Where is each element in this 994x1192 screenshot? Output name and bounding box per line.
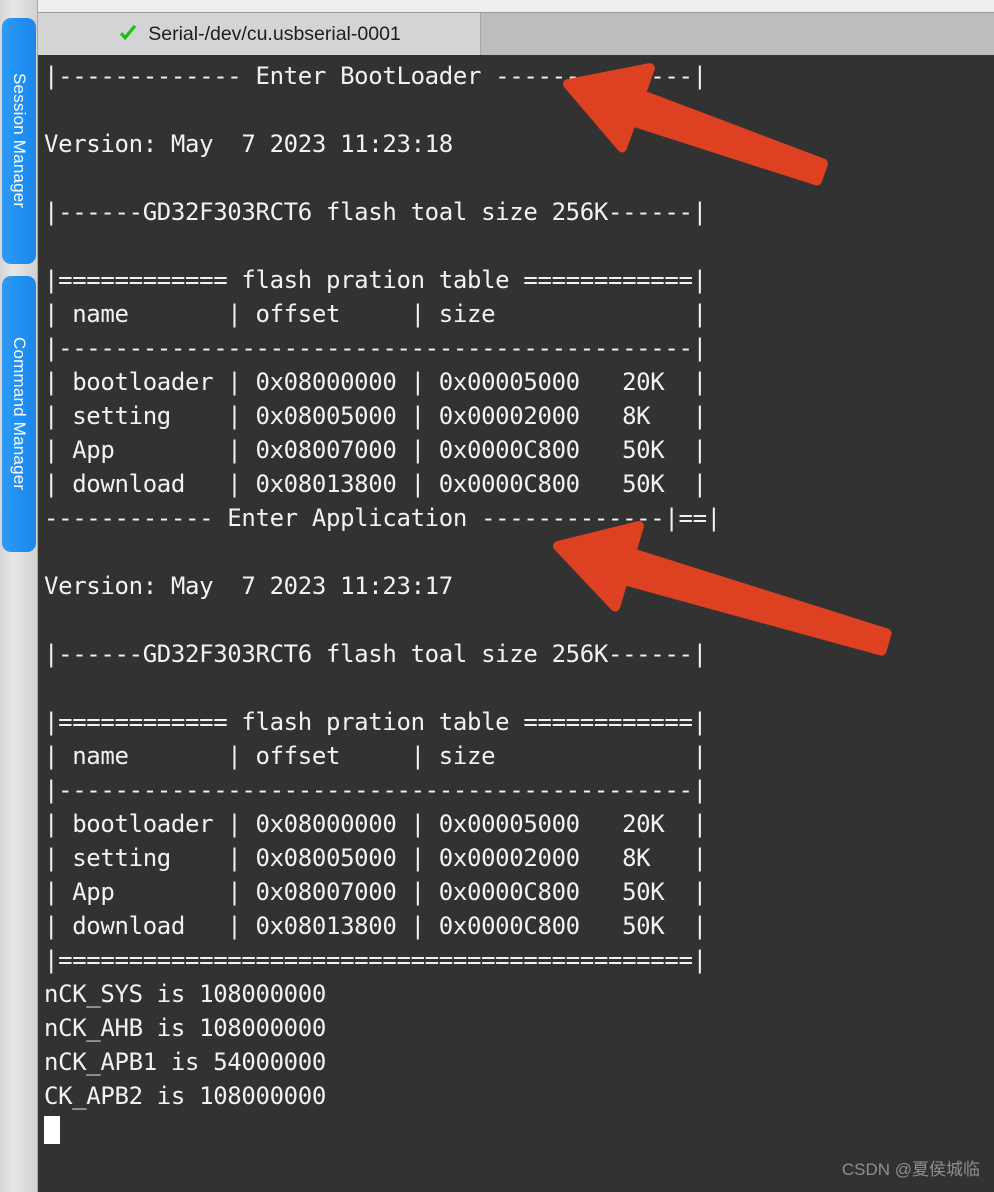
tab-strip-empty-area[interactable] bbox=[482, 13, 994, 55]
terminal-line: ------------ Enter Application ---------… bbox=[44, 504, 721, 532]
terminal-cursor-line bbox=[44, 1113, 721, 1147]
terminal-line: nCK_AHB is 108000000 bbox=[44, 1014, 326, 1042]
terminal-line: |=======================================… bbox=[44, 946, 707, 974]
terminal-line: |---------------------------------------… bbox=[44, 776, 707, 804]
app-window: Session Manager Command Manager Serial-/… bbox=[0, 0, 994, 1192]
terminal-line: | download | 0x08013800 | 0x0000C800 50K… bbox=[44, 912, 707, 940]
terminal-line: |============ flash pration table ======… bbox=[44, 708, 707, 736]
terminal-line: CK_APB2 is 108000000 bbox=[44, 1082, 326, 1110]
terminal-line: |------------- Enter BootLoader --------… bbox=[44, 62, 707, 90]
sidebar-tab-command-manager[interactable]: Command Manager bbox=[2, 276, 36, 552]
terminal-line: nCK_SYS is 108000000 bbox=[44, 980, 326, 1008]
block-cursor bbox=[44, 1116, 60, 1144]
terminal-line: | name | offset | size | bbox=[44, 300, 707, 328]
terminal-text: |------------- Enter BootLoader --------… bbox=[44, 59, 721, 1147]
terminal-line: | bootloader | 0x08000000 | 0x00005000 2… bbox=[44, 810, 707, 838]
terminal-line: | App | 0x08007000 | 0x0000C800 50K | bbox=[44, 878, 707, 906]
green-check-icon bbox=[117, 23, 139, 45]
terminal-line: | setting | 0x08005000 | 0x00002000 8K | bbox=[44, 402, 707, 430]
terminal-line: nCK_APB1 is 54000000 bbox=[44, 1048, 326, 1076]
side-rail: Session Manager Command Manager bbox=[0, 0, 38, 1192]
terminal-line: | name | offset | size | bbox=[44, 742, 707, 770]
terminal-line: |---------------------------------------… bbox=[44, 334, 707, 362]
terminal-line: | setting | 0x08005000 | 0x00002000 8K | bbox=[44, 844, 707, 872]
terminal-line: |------GD32F303RCT6 flash toal size 256K… bbox=[44, 640, 707, 668]
tab-serial-session-label: Serial-/dev/cu.usbserial-0001 bbox=[148, 22, 401, 45]
terminal-line: | App | 0x08007000 | 0x0000C800 50K | bbox=[44, 436, 707, 464]
sidebar-tab-command-manager-label: Command Manager bbox=[10, 337, 29, 491]
tab-strip: Serial-/dev/cu.usbserial-0001 bbox=[38, 12, 994, 55]
sidebar-tab-session-manager[interactable]: Session Manager bbox=[2, 18, 36, 264]
terminal-output-pane[interactable]: |------------- Enter BootLoader --------… bbox=[38, 55, 994, 1192]
terminal-line: Version: May 7 2023 11:23:18 bbox=[44, 130, 453, 158]
terminal-line: | download | 0x08013800 | 0x0000C800 50K… bbox=[44, 470, 707, 498]
terminal-line: |------GD32F303RCT6 flash toal size 256K… bbox=[44, 198, 707, 226]
sidebar-tab-session-manager-label: Session Manager bbox=[10, 73, 29, 209]
tab-serial-session[interactable]: Serial-/dev/cu.usbserial-0001 bbox=[38, 13, 481, 55]
csdn-watermark: CSDN @夏侯城临 bbox=[841, 1160, 980, 1179]
terminal-line: | bootloader | 0x08000000 | 0x00005000 2… bbox=[44, 368, 707, 396]
terminal-line: |============ flash pration table ======… bbox=[44, 266, 707, 294]
terminal-line: Version: May 7 2023 11:23:17 bbox=[44, 572, 453, 600]
